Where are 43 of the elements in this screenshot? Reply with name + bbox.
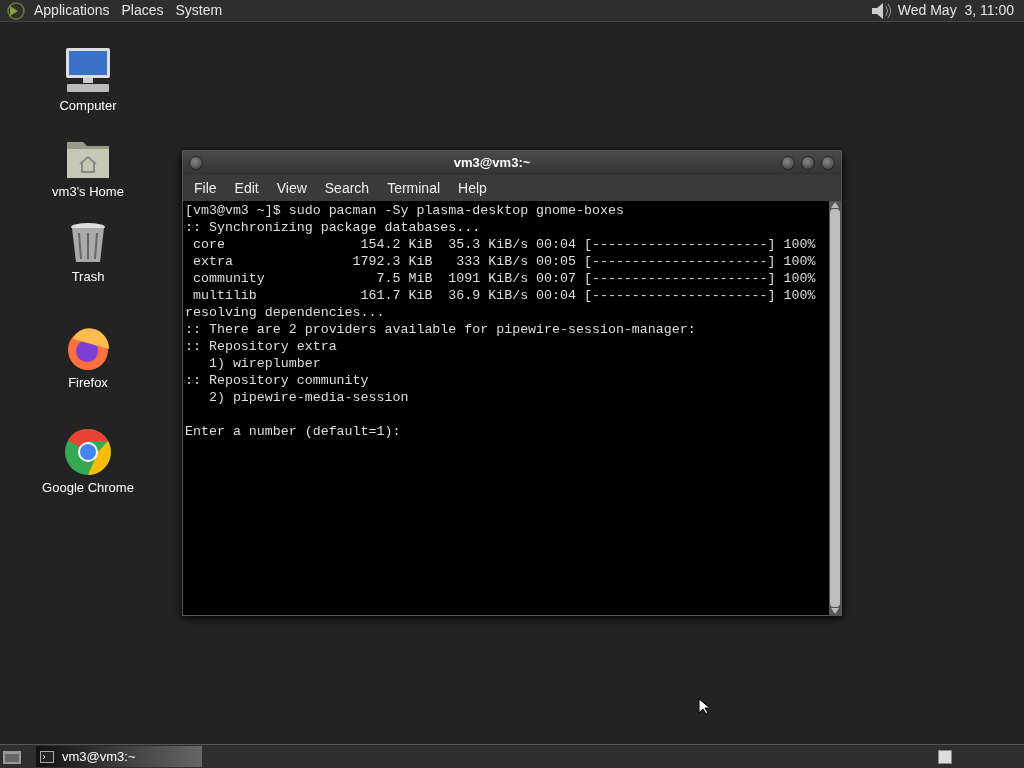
window-title: vm3@vm3:~ xyxy=(452,154,532,173)
maximize-button[interactable] xyxy=(801,156,815,170)
speaker-icon[interactable] xyxy=(869,0,892,21)
terminal-line: core 154.2 KiB 35.3 KiB/s 00:04 [----------------------] 100% xyxy=(191,236,816,253)
workspace-switcher[interactable] xyxy=(938,749,952,764)
scrollbar[interactable] xyxy=(829,201,841,615)
menu-item[interactable]: Edit xyxy=(225,177,268,199)
window-menu-button[interactable] xyxy=(189,156,203,170)
terminal-line: multilib 161.7 KiB 36.9 KiB/s 00:04 [----------------------] 100% xyxy=(191,287,816,304)
terminal-line: :: Synchronizing package databases... xyxy=(185,219,481,236)
terminal-line: [vm3@vm3 ~]$ sudo pacman -Sy plasma-desktop gnome-boxes xyxy=(185,202,624,219)
terminal-prompt: Enter a number (default=1): xyxy=(185,423,401,440)
desktop-icon-label[interactable]: Trash xyxy=(71,267,105,287)
taskbar-window-button[interactable]: vm3@vm3:~ xyxy=(36,746,202,767)
menu-item[interactable]: View xyxy=(267,177,316,199)
panel-menu[interactable]: Applications xyxy=(34,0,110,21)
menu-item[interactable]: Help xyxy=(449,177,496,199)
terminal-line: :: Repository community xyxy=(185,372,369,389)
desktop-icon-label[interactable]: Computer xyxy=(59,96,117,116)
terminal-line: :: There are 2 providers available for pipewire-session-manager: xyxy=(185,321,696,338)
terminal-line: 1) wireplumber xyxy=(207,355,321,372)
desktop-icon-label[interactable]: vm3's Home xyxy=(52,181,124,201)
panel-menu[interactable]: Places xyxy=(121,0,164,21)
trash-icon xyxy=(69,221,107,265)
menu-item[interactable]: Search xyxy=(315,177,379,199)
terminal-line: resolving dependencies... xyxy=(185,304,385,321)
panel-menu[interactable]: System xyxy=(175,0,223,21)
terminal-line: :: Repository extra xyxy=(185,338,337,355)
minimize-button[interactable] xyxy=(781,156,795,170)
terminal-line: community 7.5 MiB 1091 KiB/s 00:07 [----------------------] 100% xyxy=(191,270,816,287)
terminal-icon xyxy=(40,750,54,763)
terminal-line: 2) pipewire-media-session xyxy=(207,389,409,406)
terminal-line: extra 1792.3 KiB 333 KiB/s 00:05 [----------------------] 100% xyxy=(191,253,816,270)
computer-icon xyxy=(63,46,113,94)
menu-item[interactable]: Terminal xyxy=(378,177,450,199)
menu-item[interactable]: File xyxy=(185,177,226,199)
mouse-pointer-icon xyxy=(698,698,709,715)
clock[interactable]: Wed May 3, 11:00 xyxy=(897,0,1014,21)
chrome-icon xyxy=(64,428,112,476)
menu-logo-icon[interactable] xyxy=(6,1,26,20)
close-button[interactable] xyxy=(821,156,835,170)
desktop-icon-label[interactable]: Google Chrome xyxy=(42,478,134,498)
desktop-icon-label[interactable]: Firefox xyxy=(68,372,108,392)
